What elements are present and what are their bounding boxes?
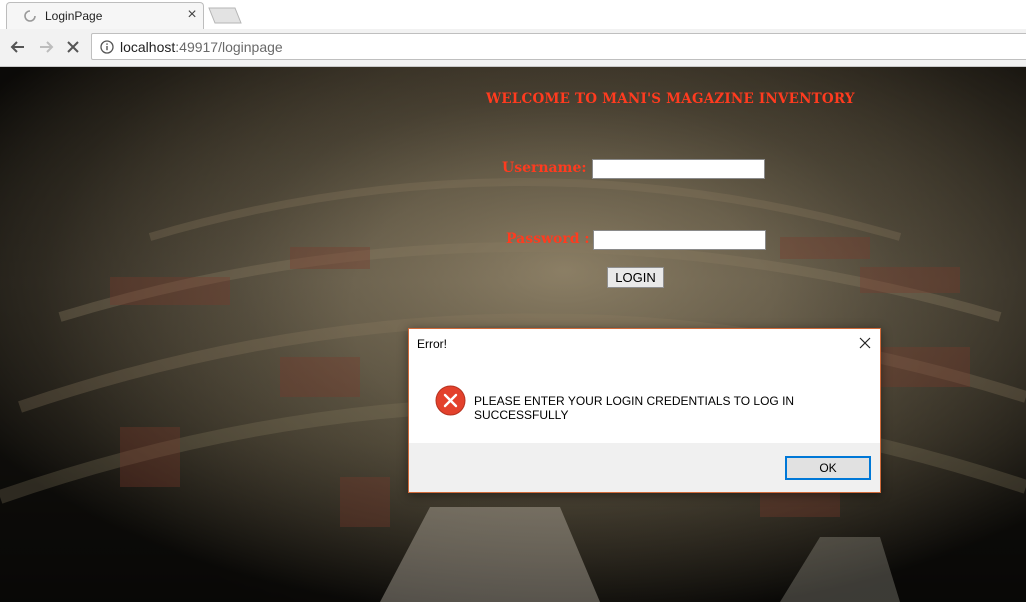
dialog-message: PLEASE ENTER YOUR LOGIN CREDENTIALS TO L…: [474, 394, 795, 422]
url-host: localhost: [120, 39, 176, 55]
stop-loading-icon[interactable]: [63, 37, 83, 57]
info-icon[interactable]: [100, 40, 114, 54]
tab-strip: LoginPage ×: [0, 0, 1026, 30]
ok-button[interactable]: OK: [785, 456, 871, 480]
address-bar[interactable]: localhost:49917/loginpage: [91, 33, 1026, 60]
username-label: Username:: [502, 160, 587, 176]
login-button[interactable]: LOGIN: [607, 267, 664, 288]
dialog-footer: OK: [409, 443, 880, 492]
forward-arrow-icon[interactable]: [36, 37, 56, 57]
browser-tab[interactable]: LoginPage ×: [6, 2, 204, 29]
tab-title: LoginPage: [45, 9, 103, 23]
error-dialog: Error! PLEASE ENTER YOUR LOGIN CREDENTIA…: [408, 328, 881, 493]
tab-close-icon[interactable]: ×: [184, 6, 200, 24]
dialog-title: Error!: [417, 337, 447, 351]
welcome-heading: WELCOME TO MANI'S MAGAZINE INVENTORY: [486, 91, 855, 107]
browser-toolbar: localhost:49917/loginpage: [0, 29, 1026, 67]
url-text[interactable]: localhost:49917/loginpage: [120, 39, 283, 55]
loading-spinner-icon: [24, 10, 36, 22]
back-arrow-icon[interactable]: [8, 37, 28, 57]
url-path: :49917/loginpage: [175, 39, 283, 55]
error-icon: [435, 385, 466, 416]
username-input[interactable]: [592, 159, 765, 179]
password-input[interactable]: [593, 230, 766, 250]
new-tab-button[interactable]: [208, 7, 242, 24]
close-icon[interactable]: [856, 334, 874, 352]
password-label: Password :: [506, 231, 590, 247]
